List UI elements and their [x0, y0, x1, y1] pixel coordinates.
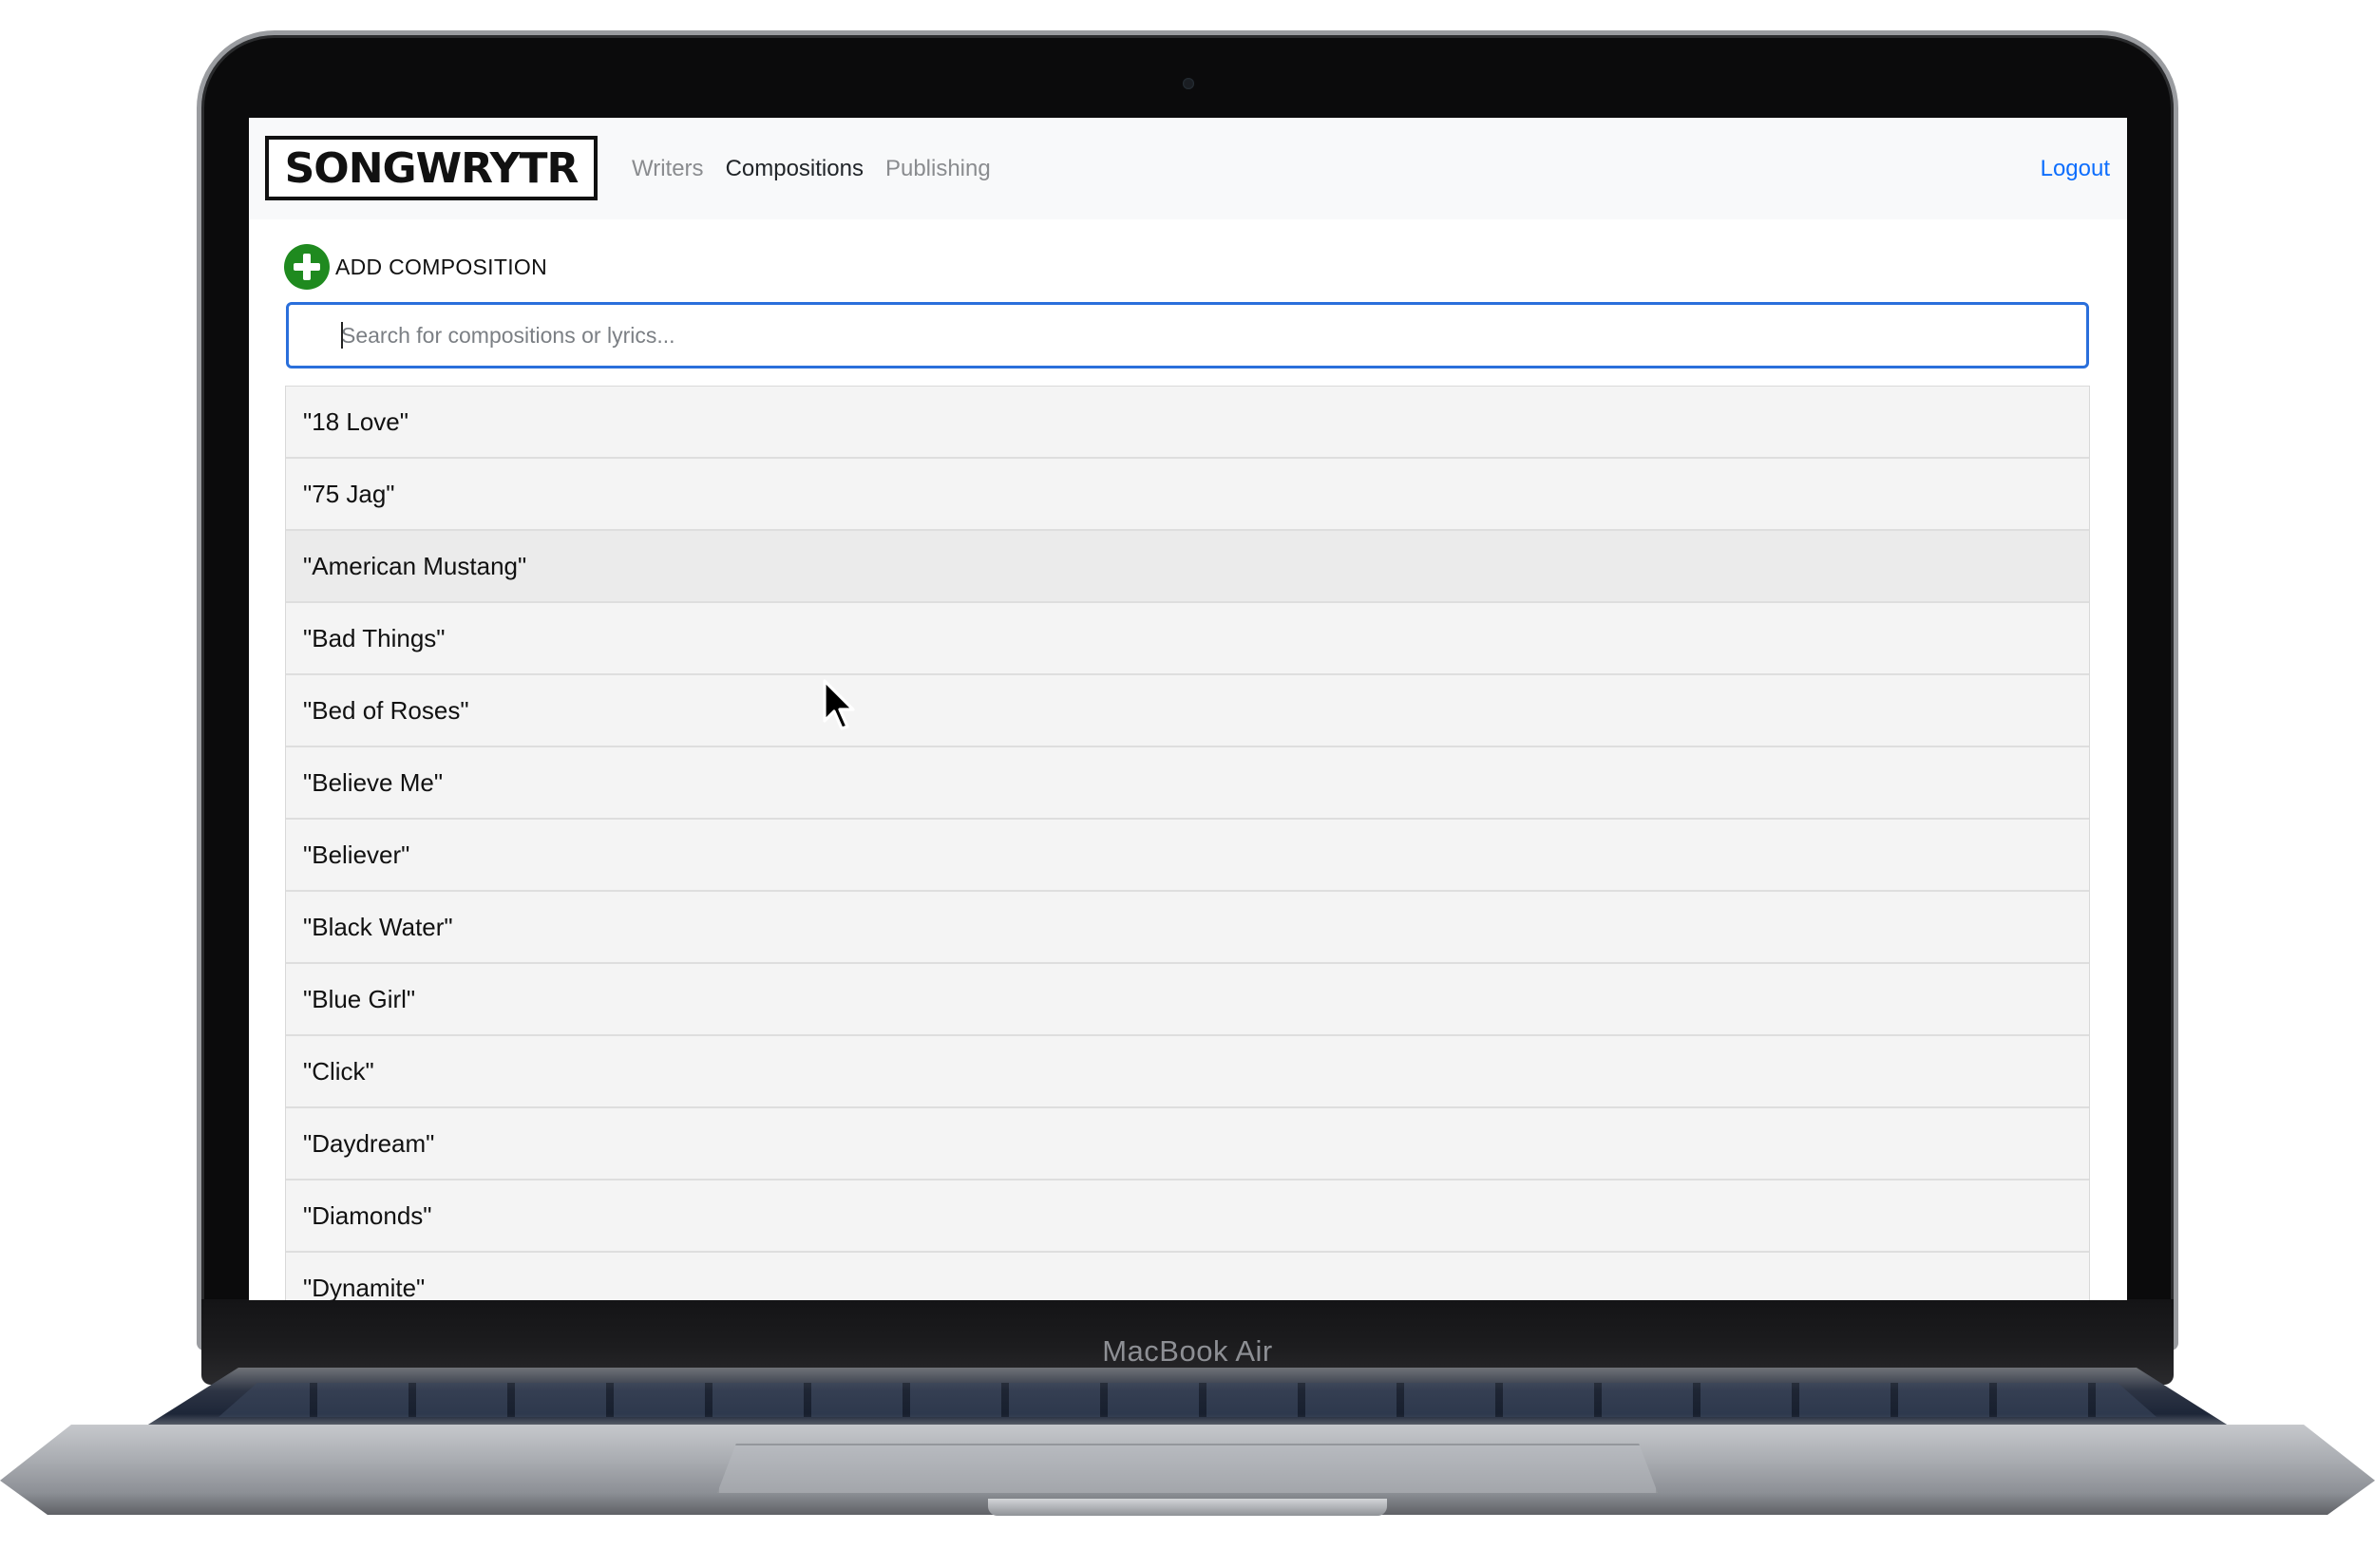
composition-list-item[interactable]: "Diamonds": [286, 1181, 2089, 1253]
composition-list: "18 Love" "75 Jag" "American Mustang" "Bad …: [285, 386, 2090, 1300]
search-input[interactable]: [286, 302, 2089, 368]
brand-logo[interactable]: SONGWRYTR: [265, 136, 598, 200]
composition-list-item[interactable]: "Click": [286, 1036, 2089, 1108]
add-composition-label[interactable]: ADD COMPOSITION: [335, 255, 547, 280]
base-notch: [988, 1499, 1387, 1516]
nav-link-compositions[interactable]: Compositions: [726, 156, 864, 182]
webcam-icon: [1183, 78, 1194, 89]
mouse-pointer-icon: [823, 679, 855, 730]
composition-list-item[interactable]: "Bad Things": [286, 603, 2089, 675]
keyboard-keys: [218, 1383, 2156, 1417]
composition-list-item[interactable]: "18 Love": [286, 387, 2089, 459]
composition-list-item[interactable]: "Daydream": [286, 1108, 2089, 1181]
logout-link[interactable]: Logout: [2041, 118, 2110, 219]
composition-list-item[interactable]: "Believer": [286, 820, 2089, 892]
composition-list-item[interactable]: "Dynamite": [286, 1253, 2089, 1300]
composition-list-item[interactable]: "Bed of Roses": [286, 675, 2089, 747]
nav-links: Writers Compositions Publishing: [632, 118, 1013, 219]
nav-link-writers[interactable]: Writers: [632, 156, 704, 182]
composition-list-item[interactable]: "American Mustang": [286, 531, 2089, 603]
nav-link-publishing[interactable]: Publishing: [885, 156, 991, 182]
plus-circle-icon[interactable]: [284, 244, 330, 290]
screen: SONGWRYTR Writers Compositions Publishin…: [249, 118, 2127, 1300]
composition-list-item[interactable]: "75 Jag": [286, 459, 2089, 531]
add-composition-button[interactable]: ADD COMPOSITION: [284, 244, 547, 290]
navbar: SONGWRYTR Writers Compositions Publishin…: [249, 118, 2127, 219]
composition-list-item[interactable]: "Believe Me": [286, 747, 2089, 820]
text-caret: [341, 322, 343, 349]
stage: MacBook Air SONGWRYTR Writers Compositio…: [0, 0, 2375, 1568]
trackpad: [717, 1444, 1658, 1493]
device-label: MacBook Air: [1102, 1334, 1273, 1368]
composition-list-item[interactable]: "Blue Girl": [286, 964, 2089, 1036]
composition-list-item[interactable]: "Black Water": [286, 892, 2089, 964]
